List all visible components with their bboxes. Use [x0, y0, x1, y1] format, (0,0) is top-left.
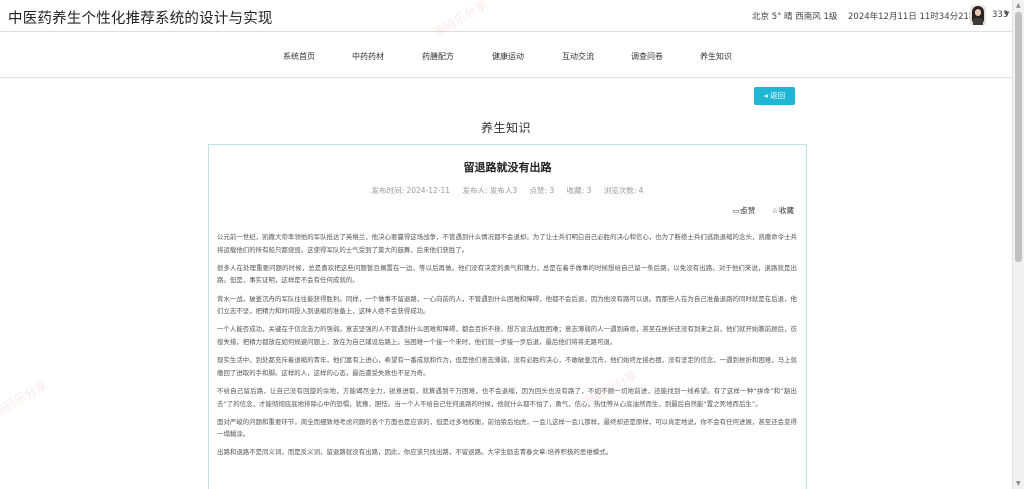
article-paragraph: 一个人能否成功，关键在于信念志力的强弱。意志坚强的人不管遇到什么困难和障碍，都会…	[217, 325, 797, 346]
meta-author: 发布人: 发布人3	[462, 186, 518, 195]
star-icon: ☆	[771, 207, 778, 215]
article-paragraph: 很多人在处理重要问题的时候，总是喜欢把这些问题暂且搁置在一边，等以后再做。他们没…	[217, 263, 797, 285]
nav-item-forum[interactable]: 互动交流	[562, 51, 594, 62]
weather-info: 北京 5° 晴 西南风 1级	[752, 12, 838, 22]
scroll-down-arrow-icon[interactable]: ▼	[1016, 480, 1021, 487]
user-menu-chevron-down-icon[interactable]: ▼	[1004, 10, 1009, 18]
article-paragraph: 公元前一世纪，凯撒大帝率领他的军队抵达了英格兰，他决心要赢得这场战争，不管遇到什…	[217, 233, 797, 254]
article-title: 留退路就没有出路	[463, 161, 552, 174]
scroll-up-arrow-icon[interactable]: ▲	[1016, 2, 1021, 9]
nav-item-survey[interactable]: 调查问卷	[631, 51, 663, 62]
meta-favorites: 收藏: 3	[566, 186, 592, 195]
back-button[interactable]: ◂ 返回	[754, 87, 795, 105]
watermark: 源码乐分享	[0, 377, 50, 420]
favorite-button[interactable]: ☆收藏	[772, 205, 794, 216]
nav-item-home[interactable]: 系统首页	[283, 51, 315, 62]
scrollbar-thumb[interactable]	[1015, 12, 1022, 262]
meta-likes: 点赞: 3	[529, 186, 555, 195]
top-header: 中医药养生个性化推荐系统的设计与实现 北京 5° 晴 西南风 1级 2024年1…	[0, 0, 1012, 30]
back-button-label: 返回	[770, 91, 786, 100]
nav-item-herbs[interactable]: 中药药材	[352, 51, 384, 62]
meta-views: 浏览次数: 4	[603, 186, 644, 195]
site-title: 中医药养生个性化推荐系统的设计与实现	[8, 11, 273, 27]
article-paragraph: 出路和退路不是同义词，而是反义词，留退路就没有出路，因此，你应该只找出路，不留退…	[217, 448, 613, 457]
meta-publish-time: 发布时间: 2024-12-11	[371, 186, 451, 195]
user-avatar[interactable]	[970, 5, 986, 25]
nav-item-knowledge[interactable]: 养生知识	[700, 51, 732, 62]
back-arrow-icon: ◂	[763, 91, 768, 100]
article-paragraph: 面对严峻的问题和重要环节，周全而细致地考虑问题的各个方面也是应该的，但是过多地权…	[217, 417, 797, 439]
article-paragraph: 现实生活中，到处都充斥着退缩的青年，他们富有上进心，希望有一番成就和作为，但是他…	[217, 356, 797, 377]
current-datetime: 2024年12月11日 11时34分21秒	[848, 12, 978, 22]
section-title: 养生知识	[480, 121, 531, 135]
article-paragraph: 不给自己留后路，让自己没有回旋的余地，方能竭尽全力，锐意进取，就算遇到千万困难，…	[217, 386, 797, 408]
article-paragraph: 背水一战，破釜沉舟的军队往往能获得胜利。同样，一个做事不留退路，一心向前的人，不…	[217, 294, 797, 316]
hand-pointer-icon: ☝	[739, 206, 746, 217]
article-actions: ▭点赞 ☆收藏	[719, 205, 794, 216]
main-nav: 系统首页 中药药材 药膳配方 健康运动 互动交流 调查问卷 养生知识	[0, 31, 1012, 78]
nav-item-exercise[interactable]: 健康运动	[492, 51, 524, 62]
nav-item-recipes[interactable]: 药膳配方	[422, 51, 454, 62]
article-content: 公元前一世纪，凯撒大帝率领他的军队抵达了英格兰，他决心要赢得这场战争，不管遇到什…	[217, 231, 797, 465]
article-panel: 留退路就没有出路 发布时间: 2024-12-11 发布人: 发布人3 点赞: …	[208, 144, 807, 489]
article-meta: 发布时间: 2024-12-11 发布人: 发布人3 点赞: 3 收藏: 3 浏…	[209, 185, 806, 196]
page-scrollbar[interactable]: ▲ ▼	[1012, 0, 1024, 489]
